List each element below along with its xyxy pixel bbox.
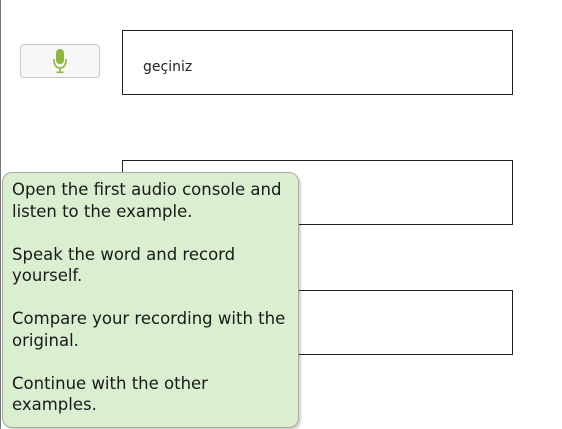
record-audio-button[interactable] xyxy=(20,44,100,78)
instruction-step-2: Speak the word and record yourself. xyxy=(12,244,236,286)
word-box-1: geçiniz xyxy=(122,30,513,95)
instructions-tooltip: Open the first audio console and listen … xyxy=(2,172,299,428)
exercise-page: geçiniz Open the first audio console and… xyxy=(0,0,562,429)
microphone-icon xyxy=(53,49,67,74)
instruction-step-3: Compare your recording with the original… xyxy=(12,309,286,350)
word-text: geçiniz xyxy=(143,59,193,75)
instruction-step-4: Continue with the other examples. xyxy=(12,373,208,415)
left-divider xyxy=(0,0,1,429)
instruction-step-1: Open the first audio console and listen … xyxy=(12,180,282,221)
